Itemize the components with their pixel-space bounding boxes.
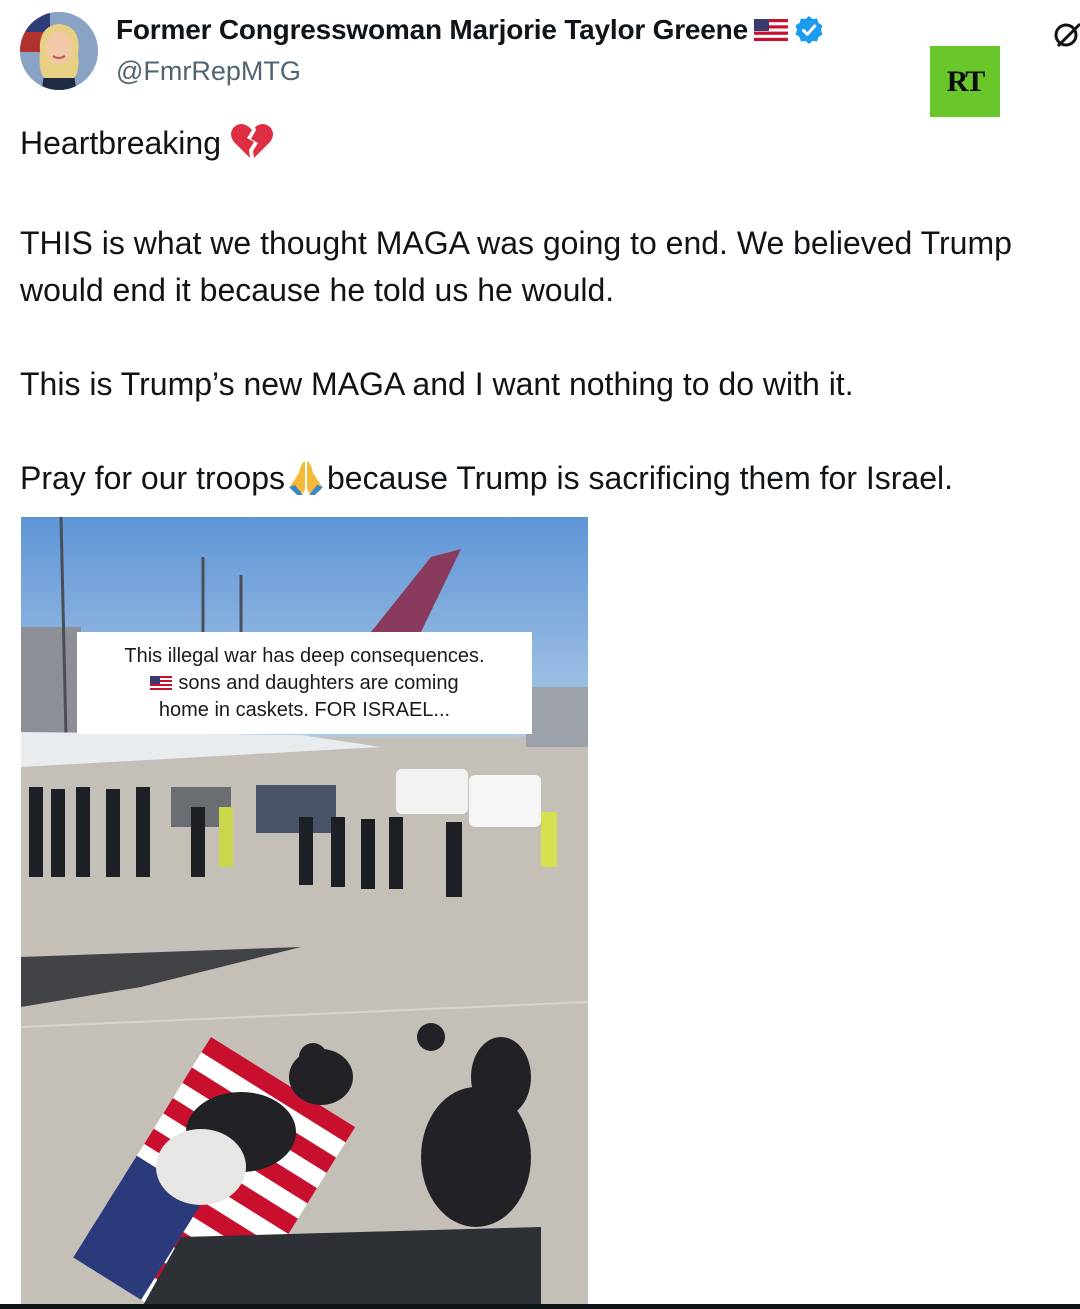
tweet-media[interactable]: This illegal war has deep consequences. … [21,517,588,1309]
author-handle[interactable]: @FmrRepMTG [116,56,301,87]
tweet-line-1: Heartbreaking [20,120,1080,173]
video-caption-line-1: This illegal war has deep consequences. [124,644,485,667]
rt-logo-text: RT [946,64,986,98]
tweet-paragraph-3: This is Trump’s new MAGA and I want noth… [20,366,854,402]
video-caption-line-2-text: sons and daughters are coming [178,671,459,694]
video-caption: This illegal war has deep consequences. … [77,632,532,734]
avatar[interactable] [20,12,98,90]
broken-heart-icon [230,122,274,173]
tweet-text: Heartbreaking THIS is what we thought MA… [20,120,1080,508]
verified-badge-icon [794,15,824,45]
praying-hands-icon [285,459,327,508]
tweet-paragraph-4-before: Pray for our troops [20,460,285,496]
grok-icon[interactable] [1052,20,1080,50]
tweet-paragraph-2-line-1: THIS is what we thought MAGA was going t… [20,225,1012,261]
video-caption-line-3: home in caskets. FOR ISRAEL... [158,698,451,721]
author-name-row: Former Congresswoman Marjorie Taylor Gre… [116,14,824,46]
rt-logo: RT [930,46,1000,117]
bottom-divider [0,1304,1080,1309]
video-caption-line-2: sons and daughters are coming [150,670,459,697]
us-flag-icon [150,671,173,690]
tweet-paragraph-4-after: because Trump is sacrificing them for Is… [327,460,954,496]
tweet-paragraph-2-line-2: would end it because he told us he would… [20,272,615,308]
avatar-image [20,12,98,90]
us-flag-icon [753,19,788,41]
tweet-line-1-text: Heartbreaking [20,125,221,161]
author-display-name[interactable]: Former Congresswoman Marjorie Taylor Gre… [116,14,748,46]
tweet-paragraph-4: Pray for our troops because Trump is sac… [20,455,1080,508]
